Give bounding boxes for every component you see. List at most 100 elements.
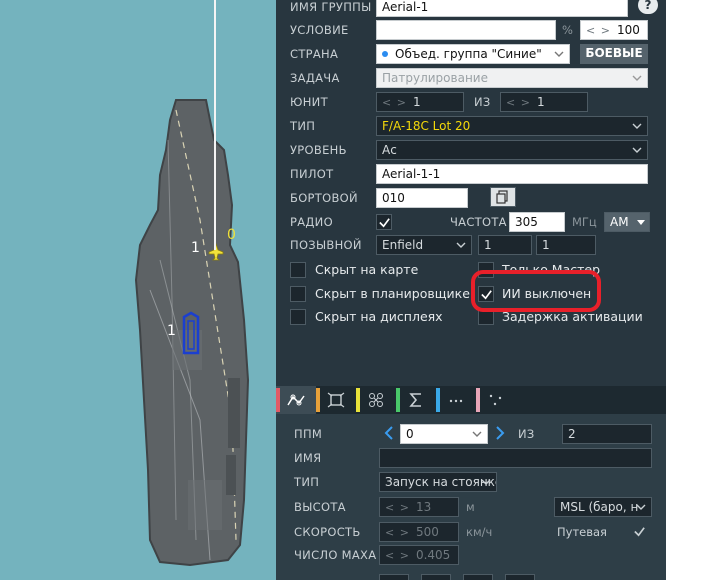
modulation-select[interactable]: AM <box>604 212 650 232</box>
altitude-unit: м <box>466 500 475 514</box>
waypoint-label: ППМ <box>294 427 323 441</box>
radio-checkbox[interactable] <box>376 214 392 230</box>
stepper-arrows-icon[interactable]: < > <box>385 549 410 562</box>
speed-label: СКОРОСТЬ <box>294 525 361 539</box>
unit-stepper[interactable]: < > 1 <box>376 92 464 112</box>
tail-number-input[interactable]: 010 <box>376 188 468 208</box>
country-select[interactable]: Объед. группа "Синие" <box>376 44 570 64</box>
chevron-down-icon <box>632 144 642 154</box>
stepper-arrows-icon[interactable]: < > <box>385 501 410 514</box>
target-icon <box>327 392 345 408</box>
unit-row: ЮНИТ < > 1 ИЗ < > 1 <box>290 91 652 113</box>
condition-input[interactable] <box>376 20 556 40</box>
frequency-input[interactable]: 305 <box>509 212 565 232</box>
tab-payload[interactable] <box>436 386 476 414</box>
highlight-annotation <box>471 270 601 312</box>
hidden-in-planner-checkbox[interactable] <box>290 286 306 302</box>
chevron-down-icon <box>632 72 642 82</box>
callsign-number-2[interactable]: 1 <box>536 235 596 255</box>
combat-button[interactable]: БОЕВЫЕ <box>580 44 648 64</box>
group-name-input[interactable]: Aerial-1 <box>376 0 628 17</box>
route-speed-checkbox[interactable] <box>632 524 648 540</box>
mach-label: ЧИСЛО МАХА <box>294 548 377 562</box>
tab-payload-stripe <box>436 388 440 412</box>
hidden-on-displays-label: Скрыт на дисплеях <box>315 309 443 324</box>
task-select[interactable]: Патрулирование <box>376 68 648 88</box>
speed-row: СКОРОСТЬ < > 500 км/ч Путевая <box>290 521 652 543</box>
waypoint-index-label: 0 <box>227 227 236 243</box>
skill-select[interactable]: Ас <box>376 140 648 160</box>
map-view[interactable]: 1 0 1 <box>0 0 276 580</box>
right-blank-area <box>666 0 728 580</box>
tab-bar <box>276 386 666 414</box>
frequency-label: ЧАСТОТА <box>450 215 507 229</box>
tab-targets-stripe <box>316 388 320 412</box>
wp-name-input[interactable] <box>379 448 652 468</box>
tab-summary-stripe <box>396 388 400 412</box>
tab-route[interactable] <box>276 386 316 414</box>
callsign-label: ПОЗЫВНОЙ <box>290 238 362 252</box>
probability-value: 100 <box>616 23 640 37</box>
altitude-reference-select[interactable]: MSL (баро, н <box>554 497 652 517</box>
waypoint-value: 0 <box>406 427 414 441</box>
stepper-arrows-icon[interactable]: < > <box>586 24 611 37</box>
task-row: ЗАДАЧА Патрулирование <box>290 67 652 89</box>
stepper-arrows-icon[interactable]: < > <box>382 96 407 109</box>
wp-name-row: ИМЯ <box>290 447 652 469</box>
chevron-down-icon <box>481 476 491 486</box>
altitude-label: ВЫСОТА <box>294 500 346 514</box>
unit-count-label: 1 <box>191 240 200 256</box>
tab-summary[interactable] <box>396 386 436 414</box>
unit-total-stepper[interactable]: < > 1 <box>500 92 588 112</box>
waypoint-select[interactable]: 0 <box>400 424 488 444</box>
altitude-value: 13 <box>415 500 432 514</box>
unit-total-value: 1 <box>536 95 545 109</box>
wp-name-label: ИМЯ <box>294 451 322 465</box>
country-value: Объед. группа "Синие" <box>395 47 542 61</box>
waypoint-total[interactable]: 2 <box>562 424 652 444</box>
tab-targets[interactable] <box>316 386 356 414</box>
country-label: СТРАНА <box>290 47 339 61</box>
mach-stepper[interactable]: < > 0.405 <box>379 545 459 565</box>
bottom-field-1[interactable] <box>379 574 409 580</box>
stepper-arrows-icon[interactable]: < > <box>506 96 531 109</box>
aircraft-type-select[interactable]: F/A-18C Lot 20 <box>376 116 648 136</box>
route-icon <box>287 394 305 406</box>
probability-stepper[interactable]: < > 100 <box>580 20 648 40</box>
mach-row: ЧИСЛО МАХА < > 0.405 <box>290 544 652 566</box>
sigma-icon <box>409 393 421 407</box>
callsign-select[interactable]: Enfield <box>376 235 472 255</box>
tab-fuel[interactable] <box>476 386 516 414</box>
mach-value: 0.405 <box>415 548 451 562</box>
aircraft-carrier-icon[interactable] <box>0 0 276 580</box>
copy-icon[interactable] <box>490 187 516 207</box>
callsign-number-1[interactable]: 1 <box>478 235 532 255</box>
bottom-field-4[interactable] <box>505 574 535 580</box>
chevron-right-icon[interactable] <box>494 426 506 440</box>
help-button[interactable]: ? <box>638 0 658 14</box>
callsign-row: ПОЗЫВНОЙ Enfield 1 1 <box>290 234 652 256</box>
aircraft-type-value: F/A-18C Lot 20 <box>382 119 471 133</box>
pilot-name-input[interactable]: Aerial-1-1 <box>376 164 648 184</box>
speed-stepper[interactable]: < > 500 <box>379 522 459 542</box>
wp-type-label: ТИП <box>294 475 320 489</box>
hidden-on-map-checkbox[interactable] <box>290 262 306 278</box>
bottom-field-2[interactable] <box>421 574 451 580</box>
altitude-reference-value: MSL (баро, н <box>560 500 639 514</box>
wp-type-select[interactable]: Запуск на стоянке <box>379 472 497 492</box>
chevron-down-icon <box>554 48 564 58</box>
bottom-field-3[interactable] <box>463 574 493 580</box>
route-speed-label: Путевая <box>557 525 607 539</box>
condition-row: УСЛОВИЕ % < > 100 <box>290 19 652 41</box>
unit-label: ЮНИТ <box>290 95 328 109</box>
waypoint-row: ППМ 0 ИЗ 2 <box>290 423 652 445</box>
tab-triggers[interactable] <box>356 386 396 414</box>
hidden-on-displays-checkbox[interactable] <box>290 309 306 325</box>
type-row: ТИП F/A-18C Lot 20 <box>290 115 652 137</box>
chevron-left-icon[interactable] <box>383 426 395 440</box>
task-value: Патрулирование <box>382 71 488 85</box>
skill-row: УРОВЕНЬ Ас <box>290 139 652 161</box>
tab-route-stripe <box>276 388 280 412</box>
altitude-stepper[interactable]: < > 13 <box>379 497 459 517</box>
stepper-arrows-icon[interactable]: < > <box>385 526 410 539</box>
